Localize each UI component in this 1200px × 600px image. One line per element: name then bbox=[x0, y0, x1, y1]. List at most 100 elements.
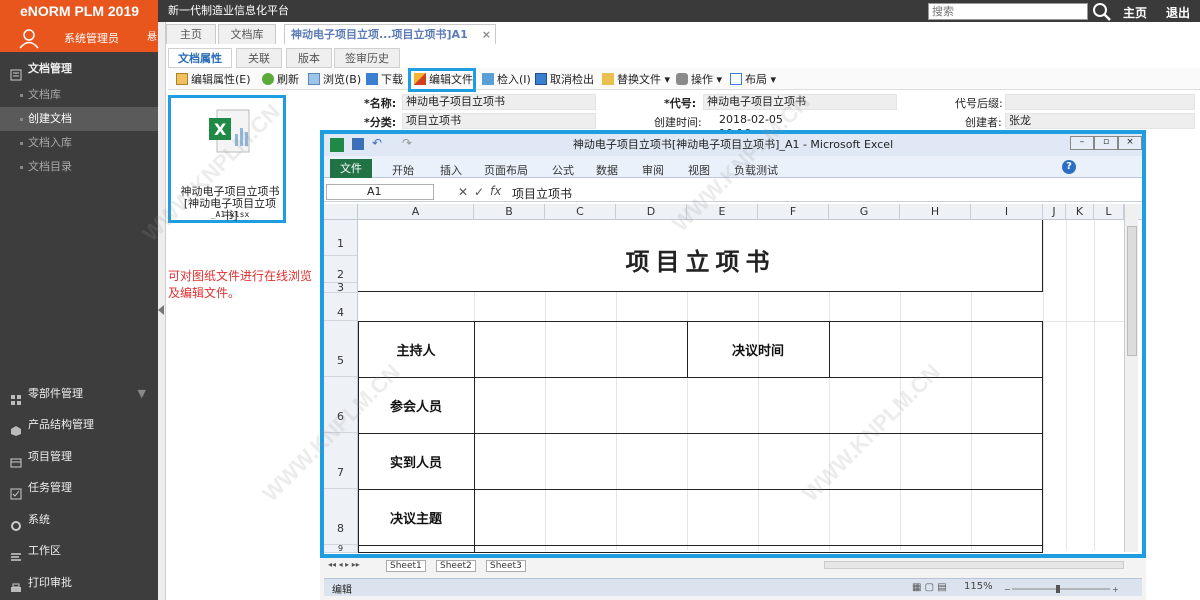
structure-icon bbox=[10, 419, 22, 436]
download-button[interactable]: 下载 bbox=[366, 72, 403, 88]
sidebar-group-workspace[interactable]: 工作区 bbox=[0, 536, 158, 566]
row-header[interactable]: 2 bbox=[324, 256, 358, 283]
close-window-button[interactable]: × bbox=[1118, 136, 1142, 150]
excel-window[interactable]: 神动电子项目立项书[神动电子项目立项书]_A1 - Microsoft Exce… bbox=[320, 130, 1146, 558]
undo-icon[interactable]: ↶ bbox=[372, 136, 382, 150]
confirm-formula-icon[interactable]: ✓ bbox=[474, 185, 484, 199]
row-header[interactable]: 9 bbox=[324, 545, 358, 553]
formula-content[interactable]: 项目立项书 bbox=[512, 185, 572, 202]
subtab-doc-properties[interactable]: 文档属性 bbox=[168, 48, 232, 68]
ribbon-tab-insert[interactable]: 插入 bbox=[440, 162, 462, 178]
view-mode-icons[interactable]: ▦ ▢ ▤ bbox=[912, 582, 947, 593]
global-search-input[interactable] bbox=[928, 3, 1088, 20]
sidebar-item-doc-library[interactable]: 文档库 bbox=[0, 83, 158, 107]
sidebar-item-create-doc[interactable]: 创建文档 bbox=[0, 107, 158, 131]
minimize-button[interactable]: – bbox=[1070, 136, 1094, 150]
save-icon[interactable] bbox=[352, 138, 364, 150]
sidebar-item-doc-catalog[interactable]: 文档目录 bbox=[0, 155, 158, 179]
vertical-scrollbar[interactable] bbox=[1124, 204, 1138, 552]
title-cell-a1[interactable]: 项目立项书 bbox=[358, 220, 1043, 292]
ribbon-tab-review[interactable]: 审阅 bbox=[642, 162, 664, 178]
cancel-checkout-icon bbox=[535, 73, 547, 85]
column-header[interactable]: F bbox=[758, 204, 829, 220]
sidebar-group-print-approval[interactable]: 打印审批 bbox=[0, 568, 158, 598]
sidebar-group-projects[interactable]: 项目管理 bbox=[0, 442, 158, 472]
help-icon[interactable]: ? bbox=[1062, 160, 1076, 174]
code-suffix-field[interactable] bbox=[1005, 94, 1195, 110]
file-extension: _A1.xlsx bbox=[210, 210, 250, 219]
attendees-cell[interactable] bbox=[475, 378, 1043, 433]
operations-button[interactable]: 操作 ▾ bbox=[676, 72, 722, 88]
layout-button[interactable]: 布局 ▾ bbox=[730, 72, 776, 88]
search-icon[interactable] bbox=[1092, 2, 1112, 22]
sheet-tab[interactable]: Sheet1 bbox=[386, 560, 426, 572]
row-header[interactable]: 1 bbox=[324, 220, 358, 256]
insert-function-icon[interactable]: fx bbox=[490, 184, 501, 198]
sidebar-group-tasks[interactable]: 任务管理 bbox=[0, 473, 158, 503]
cancel-formula-icon[interactable]: ✕ bbox=[458, 185, 468, 199]
replace-file-button[interactable]: 替换文件 ▾ bbox=[602, 72, 670, 88]
sidebar-group-product-structure[interactable]: 产品结构管理 bbox=[0, 410, 158, 440]
column-header[interactable]: G bbox=[829, 204, 900, 220]
horizontal-scrollbar[interactable] bbox=[824, 561, 1124, 569]
creator-field[interactable]: 张龙 bbox=[1005, 113, 1195, 129]
edit-properties-button[interactable]: 编辑属性(E) bbox=[176, 72, 251, 88]
row-header[interactable]: 4 bbox=[324, 293, 358, 321]
column-header[interactable]: H bbox=[900, 204, 971, 220]
sheet-tab[interactable]: Sheet2 bbox=[436, 560, 476, 572]
column-header[interactable]: B bbox=[474, 204, 545, 220]
ribbon-tab-page-layout[interactable]: 页面布局 bbox=[484, 162, 528, 178]
checkin-button[interactable]: 检入(I) bbox=[482, 72, 531, 88]
column-header[interactable]: J bbox=[1043, 204, 1066, 220]
close-tab-icon[interactable]: × bbox=[482, 25, 491, 45]
column-header[interactable]: C bbox=[545, 204, 616, 220]
class-label: *分类: bbox=[364, 116, 397, 129]
edit-properties-icon bbox=[176, 73, 188, 85]
logout-link[interactable]: 退出 bbox=[1166, 4, 1190, 21]
select-all-corner[interactable] bbox=[324, 204, 358, 220]
column-header[interactable]: K bbox=[1066, 204, 1094, 220]
column-header[interactable]: L bbox=[1094, 204, 1124, 220]
sidebar-group-system[interactable]: 系统 bbox=[0, 505, 158, 535]
resolution-time-label: 决议时间 bbox=[731, 344, 784, 359]
subtab-relations[interactable]: 关联 bbox=[236, 48, 282, 68]
subtab-approval-history[interactable]: 签审历史 bbox=[334, 48, 400, 68]
home-link[interactable]: 主页 bbox=[1123, 4, 1147, 21]
host-cell[interactable] bbox=[475, 322, 687, 377]
row-header[interactable]: 5 bbox=[324, 321, 358, 377]
sidebar-item-doc-checkin[interactable]: 文档入库 bbox=[0, 131, 158, 155]
present-cell[interactable] bbox=[475, 434, 1043, 489]
column-header[interactable]: I bbox=[971, 204, 1043, 220]
ribbon-tab-home[interactable]: 开始 bbox=[392, 162, 414, 178]
ribbon-tab-view[interactable]: 视图 bbox=[688, 162, 710, 178]
tab-home[interactable]: 主页 bbox=[166, 24, 216, 44]
column-header[interactable]: A bbox=[358, 204, 474, 220]
ribbon-tab-data[interactable]: 数据 bbox=[596, 162, 618, 178]
redo-icon[interactable]: ↷ bbox=[402, 136, 412, 150]
refresh-button[interactable]: 刷新 bbox=[262, 72, 299, 88]
sidebar-group-documents[interactable]: 文档管理 bbox=[0, 54, 158, 84]
ribbon-tab-formulas[interactable]: 公式 bbox=[552, 162, 574, 178]
restore-button[interactable]: ▫ bbox=[1094, 136, 1118, 150]
sidebar-group-parts[interactable]: 零部件管理 ▼ bbox=[0, 379, 158, 409]
zoom-slider[interactable]: − + bbox=[1004, 583, 1120, 594]
row-header[interactable]: 3 bbox=[324, 282, 358, 293]
name-box[interactable]: A1 bbox=[326, 184, 434, 200]
tab-doc-library[interactable]: 文档库 bbox=[218, 24, 276, 44]
topic-cell[interactable] bbox=[475, 490, 1043, 545]
cancel-checkout-button[interactable]: 取消检出 bbox=[535, 72, 594, 88]
collapse-arrow-icon[interactable] bbox=[158, 305, 164, 315]
sidebar: 系统管理员 文档管理 文档库 创建文档 文档入库 文档目录 零部件管理 ▼ 产品结… bbox=[0, 22, 158, 600]
browse-button[interactable]: 浏览(B) bbox=[308, 72, 361, 88]
subtab-versions[interactable]: 版本 bbox=[286, 48, 332, 68]
scrollbar-thumb[interactable] bbox=[1127, 226, 1137, 356]
name-field[interactable]: 神动电子项目立项书 bbox=[402, 94, 596, 110]
sheet-tab[interactable]: Sheet3 bbox=[486, 560, 526, 572]
tab-current-doc[interactable]: 神动电子项目立项...项目立项书]A1 × bbox=[284, 24, 496, 44]
sheet-nav-icons[interactable]: ◂◂ ◂ ▸ ▸▸ bbox=[328, 560, 360, 569]
row-header[interactable]: 8 bbox=[324, 489, 358, 545]
excel-file-tab[interactable]: 文件 bbox=[330, 159, 372, 178]
class-field[interactable]: 项目立项书 bbox=[402, 113, 596, 129]
user-panel[interactable]: 系统管理员 bbox=[0, 22, 158, 52]
project-icon bbox=[10, 451, 22, 468]
